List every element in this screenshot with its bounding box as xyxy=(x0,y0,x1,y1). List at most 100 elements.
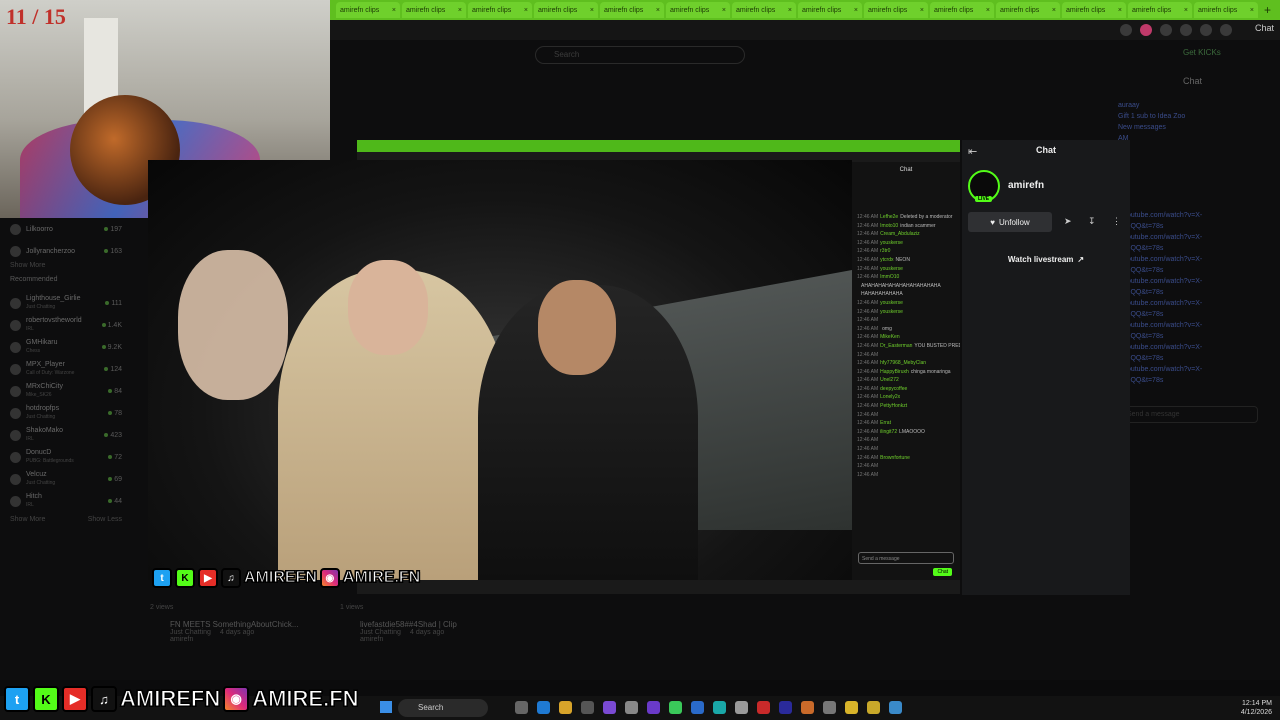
browser-tab[interactable]: amirefn clips × xyxy=(1062,2,1126,18)
sidebar-channel-category: Chess xyxy=(26,348,41,354)
share-icon[interactable]: ➤ xyxy=(1064,216,1072,227)
app-icon[interactable] xyxy=(845,701,858,714)
video-player[interactable] xyxy=(148,160,852,580)
outer-chat-button[interactable]: Chat xyxy=(1255,23,1274,33)
close-tab-icon[interactable]: × xyxy=(458,7,462,14)
app-icon[interactable] xyxy=(757,701,770,714)
get-kicks-button[interactable]: Get KICKs xyxy=(1183,48,1221,57)
viewer-count: 78 xyxy=(108,410,122,417)
browser-tab[interactable]: amirefn clips × xyxy=(864,2,928,18)
close-tab-icon[interactable]: × xyxy=(1052,7,1056,14)
browser-tab[interactable]: amirefn clips × xyxy=(402,2,466,18)
sidebar-channel[interactable]: MRxChiCity Mike_SK26 84 xyxy=(0,380,148,402)
sidebar-show-more[interactable]: Show More xyxy=(0,262,148,276)
clip-card[interactable]: FN MEETS SomethingAboutChick... Just Cha… xyxy=(170,620,299,643)
close-tab-icon[interactable]: × xyxy=(722,7,726,14)
channel-name[interactable]: amirefn xyxy=(1008,180,1044,191)
close-tab-icon[interactable]: × xyxy=(1118,7,1122,14)
browser-tab[interactable]: amirefn clips × xyxy=(930,2,994,18)
app-icon[interactable] xyxy=(779,701,792,714)
browser-tab[interactable]: amirefn clips × xyxy=(336,2,400,18)
sidebar-channel[interactable]: DonucD PUBG: Battlegrounds 72 xyxy=(0,446,148,468)
browser-tab[interactable]: amirefn clips × xyxy=(1128,2,1192,18)
app-icon[interactable] xyxy=(867,701,880,714)
avatar xyxy=(10,429,21,441)
close-tab-icon[interactable]: × xyxy=(920,7,924,14)
close-tab-icon[interactable]: × xyxy=(854,7,858,14)
windows-start-icon[interactable] xyxy=(380,701,392,713)
sidebar-channel[interactable]: MPX_Player Call of Duty: Warzone 124 xyxy=(0,358,148,380)
app-icon[interactable] xyxy=(889,701,902,714)
inner-chat-send-button[interactable]: Chat xyxy=(933,568,952,576)
edge-icon[interactable] xyxy=(537,701,550,714)
avatar xyxy=(10,341,21,353)
sidebar-channel[interactable]: Jollyrancherzoo 163 xyxy=(0,240,148,262)
close-tab-icon[interactable]: × xyxy=(788,7,792,14)
bg-chat-line: New messages xyxy=(1118,124,1166,131)
close-tab-icon[interactable]: × xyxy=(986,7,990,14)
close-tab-icon[interactable]: × xyxy=(590,7,594,14)
sidebar-show-more-footer[interactable]: Show More xyxy=(10,516,45,523)
menu-icon[interactable] xyxy=(1220,24,1232,36)
bg-send-message-input[interactable]: Send a message xyxy=(1118,406,1258,423)
sidebar-channel[interactable]: Lighthouse_Girlie Just Chatting 111 xyxy=(0,292,148,314)
chrome-icon[interactable] xyxy=(559,701,572,714)
sidebar-channel[interactable]: Lilkoorro 197 xyxy=(0,218,148,240)
sidebar-channel[interactable]: hotdropfps Just Chatting 78 xyxy=(0,402,148,424)
more-options-icon[interactable]: ⋮ xyxy=(1112,216,1121,227)
browser-tab[interactable]: amirefn clips × xyxy=(798,2,862,18)
viewer-count: 69 xyxy=(108,476,122,483)
sidebar: Lilkoorro 197 Jollyrancherzoo 163 Show More… xyxy=(0,218,148,558)
clip-card[interactable]: livefastdie58##4Shad | Clip Just Chattin… xyxy=(360,620,457,643)
inner-send-message-input[interactable]: Send a message xyxy=(858,552,954,564)
taskbar-search[interactable]: Search xyxy=(398,699,488,717)
external-link-icon: ↗ xyxy=(1077,254,1085,264)
app-icon[interactable] xyxy=(735,701,748,714)
task-view-icon[interactable] xyxy=(515,701,528,714)
close-tab-icon[interactable]: × xyxy=(524,7,528,14)
app-icon[interactable] xyxy=(669,701,682,714)
new-tab-icon[interactable]: + xyxy=(1264,3,1271,17)
viewer-count: 111 xyxy=(105,300,122,307)
clock-date: 4/12/2026 xyxy=(1240,709,1272,716)
browser-tab[interactable]: amirefn clips × xyxy=(732,2,796,18)
close-tab-icon[interactable]: × xyxy=(1184,7,1188,14)
app-icon[interactable] xyxy=(647,701,660,714)
puzzle-icon[interactable] xyxy=(1180,24,1192,36)
browser-tab[interactable]: amirefn clips × xyxy=(1194,2,1258,18)
app-icon[interactable] xyxy=(691,701,704,714)
sidebar-show-less-footer[interactable]: Show Less xyxy=(88,516,122,523)
app-icon[interactable] xyxy=(823,701,836,714)
close-tab-icon[interactable]: × xyxy=(656,7,660,14)
browser-tab[interactable]: amirefn clips × xyxy=(468,2,532,18)
refresh-icon[interactable] xyxy=(1160,24,1172,36)
sidebar-channel[interactable]: GMHikaru Chess 9.2K xyxy=(0,336,148,358)
app-icon[interactable] xyxy=(581,701,594,714)
sidebar-channel[interactable]: Hitch IRL 44 xyxy=(0,490,148,512)
browser-tab[interactable]: amirefn clips × xyxy=(666,2,730,18)
sidebar-channel[interactable]: Velcuz Just Chatting 69 xyxy=(0,468,148,490)
app-icon[interactable] xyxy=(801,701,814,714)
sidebar-channel[interactable]: robertovstheworld IRL 1.4K xyxy=(0,314,148,336)
sidebar-channel[interactable]: ShakoMako IRL 423 xyxy=(0,424,148,446)
browser-tab-label: amirefn clips xyxy=(472,6,512,14)
clock-time: 12:14 PM xyxy=(1242,700,1272,707)
app-icon[interactable] xyxy=(625,701,638,714)
watch-livestream-button[interactable]: Watch livestream ↗ xyxy=(968,248,1124,270)
browser-tab[interactable]: amirefn clips × xyxy=(996,2,1060,18)
browser-tab[interactable]: amirefn clips × xyxy=(534,2,598,18)
clip-age: 4 days ago xyxy=(220,629,255,636)
extension-icon[interactable] xyxy=(1140,24,1152,36)
bg-search-input[interactable]: Search xyxy=(535,46,745,64)
close-tab-icon[interactable]: × xyxy=(392,7,396,14)
app-icon[interactable] xyxy=(713,701,726,714)
app-icon[interactable] xyxy=(603,701,616,714)
download-icon[interactable]: ↧ xyxy=(1088,216,1096,227)
clip-title: livefastdie58##4Shad | Clip xyxy=(360,620,457,629)
close-tab-icon[interactable]: × xyxy=(1250,7,1254,14)
browser-tab[interactable]: amirefn clips × xyxy=(600,2,664,18)
bookmark-icon[interactable] xyxy=(1120,24,1132,36)
unfollow-button[interactable]: ♥ Unfollow xyxy=(968,212,1052,232)
system-clock[interactable]: 12:14 PM 4/12/2026 xyxy=(1241,699,1272,717)
download-icon[interactable] xyxy=(1200,24,1212,36)
